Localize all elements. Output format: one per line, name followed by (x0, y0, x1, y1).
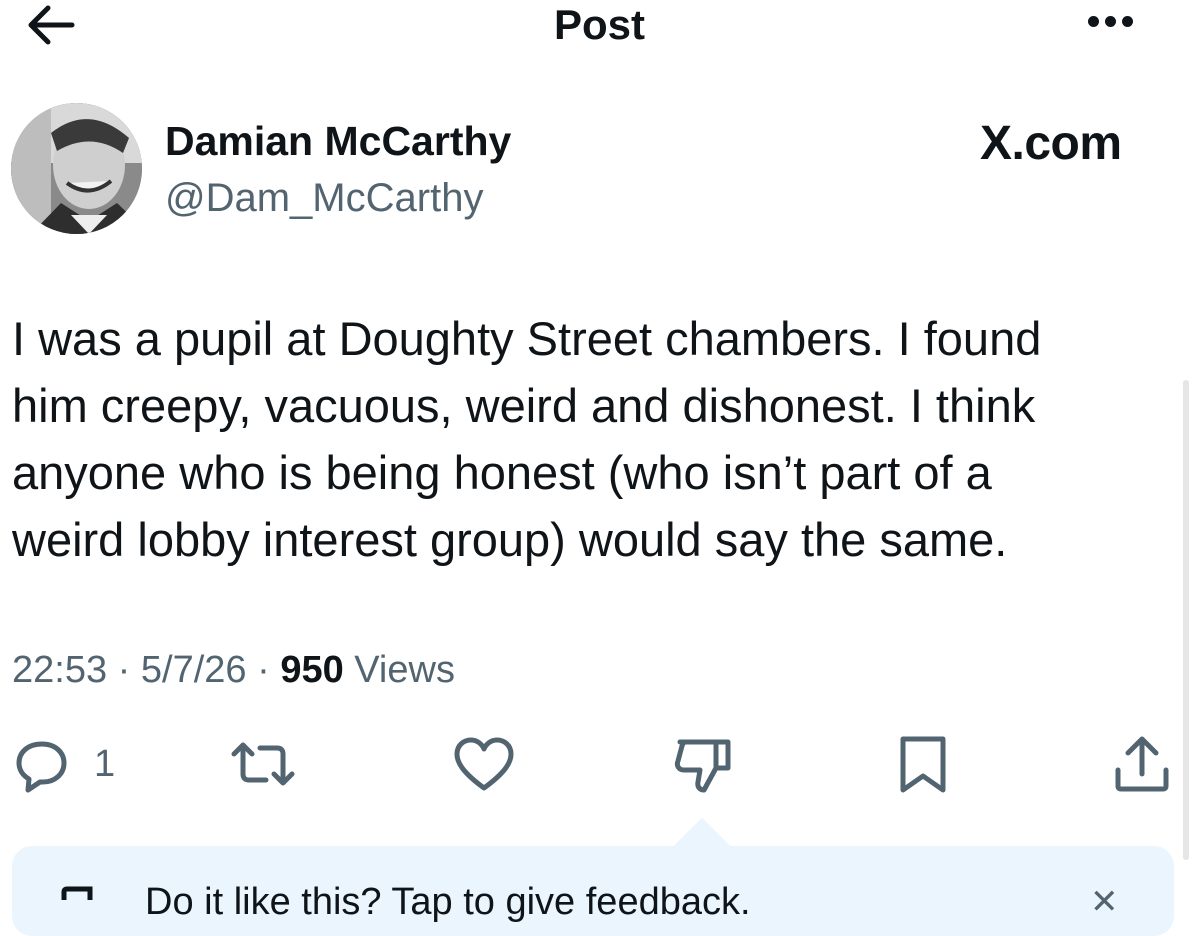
dislike-button[interactable] (670, 734, 734, 794)
views-label: Views (343, 649, 455, 691)
tweet-time: 22:53 (12, 649, 108, 691)
tweet-date: 5/7/26 (140, 649, 247, 691)
views-count: 950 (280, 649, 344, 691)
meta-separator: · (246, 649, 281, 691)
tweet-meta: 22:53 · 5/7/26 · 950 Views (12, 646, 455, 694)
meta-separator: · (107, 649, 141, 691)
heart-icon (454, 737, 514, 791)
author-name[interactable]: Damian McCarthy (165, 116, 511, 166)
bookmark-button[interactable] (894, 734, 954, 794)
scrollbar[interactable] (1183, 380, 1189, 860)
avatar[interactable] (11, 103, 142, 234)
close-icon[interactable]: ✕ (1090, 882, 1119, 922)
feedback-icon (60, 886, 120, 926)
repost-button[interactable] (228, 734, 298, 794)
share-icon (1115, 736, 1169, 792)
page-title: Post (553, 1, 645, 48)
feedback-text: Do it like this? Tap to give feedback. (145, 881, 751, 923)
reply-count: 1 (94, 743, 116, 785)
like-button[interactable] (452, 734, 516, 794)
more-options-icon[interactable] (1080, 6, 1140, 36)
reply-button[interactable] (12, 734, 72, 794)
brand-watermark: X.com (980, 117, 1122, 170)
thumbs-down-icon (674, 739, 731, 793)
author-handle[interactable]: @Dam_McCarthy (165, 174, 483, 222)
share-button[interactable] (1110, 734, 1174, 794)
tweet-text: I was a pupil at Doughty Street chambers… (12, 312, 1042, 566)
repost-icon (231, 742, 295, 786)
bookmark-icon (900, 736, 946, 793)
reply-icon (16, 741, 67, 793)
